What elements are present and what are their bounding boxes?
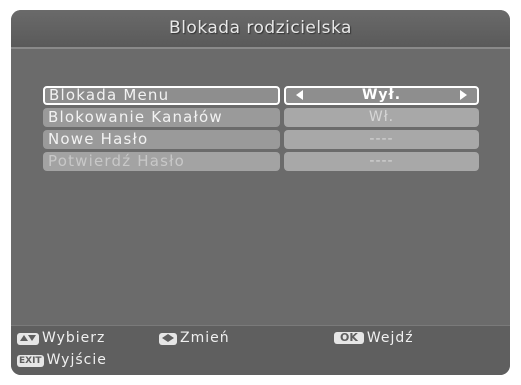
menu-row-new-password[interactable]: Nowe Hasło ---- [43, 130, 479, 149]
menu-row-menu-lock[interactable]: Blokada Menu Wył. [43, 86, 479, 105]
new-password-field[interactable]: ---- [284, 130, 479, 149]
menu-lock-value-selector[interactable]: Wył. [284, 86, 479, 105]
menu-row-confirm-password: Potwierdź Hasło ---- [43, 152, 479, 171]
help-bar: Wybierz Zmień OK Wejdź EXIT Wyjście [11, 325, 510, 375]
left-right-arrows-icon [159, 333, 177, 345]
hint-select: Wybierz [17, 330, 105, 346]
hint-enter-label: Wejdź [366, 330, 414, 346]
menu-row-value: Wył. [361, 87, 402, 103]
exit-key-icon: EXIT [17, 355, 44, 367]
hint-change-label: Zmień [180, 330, 230, 346]
menu-row-label-box: Potwierdź Hasło [43, 152, 280, 171]
menu-row-channel-lock[interactable]: Blokowanie Kanałów Wł. [43, 108, 479, 127]
menu-row-label: Nowe Hasło [48, 130, 149, 148]
menu-row-value: ---- [369, 131, 394, 147]
menu-row-label: Blokada Menu [49, 86, 170, 104]
menu-row-label-box[interactable]: Blokowanie Kanałów [43, 108, 280, 127]
menu-row-value: ---- [369, 153, 394, 169]
menu-row-label: Blokowanie Kanałów [48, 108, 223, 126]
hint-enter: OK Wejdź [334, 330, 414, 346]
channel-lock-value[interactable]: Wł. [284, 108, 479, 127]
up-down-arrows-icon [17, 333, 39, 345]
ok-key-icon: OK [334, 332, 364, 344]
hint-exit-label: Wyjście [46, 352, 107, 368]
menu-row-label-box[interactable]: Nowe Hasło [43, 130, 280, 149]
hint-change: Zmień [159, 330, 230, 346]
menu-row-label: Potwierdź Hasło [48, 152, 186, 170]
page-title: Blokada rodzicielska [169, 18, 352, 38]
parental-lock-screen: Blokada rodzicielska Blokada Menu Wył. B… [11, 10, 510, 375]
menu-row-value: Wł. [368, 109, 395, 125]
confirm-password-field: ---- [284, 152, 479, 171]
hint-select-label: Wybierz [42, 330, 106, 346]
title-bar: Blokada rodzicielska [11, 10, 510, 49]
hint-exit: EXIT Wyjście [17, 352, 107, 368]
arrow-right-icon[interactable] [460, 90, 467, 100]
menu-row-label-box[interactable]: Blokada Menu [43, 86, 280, 105]
